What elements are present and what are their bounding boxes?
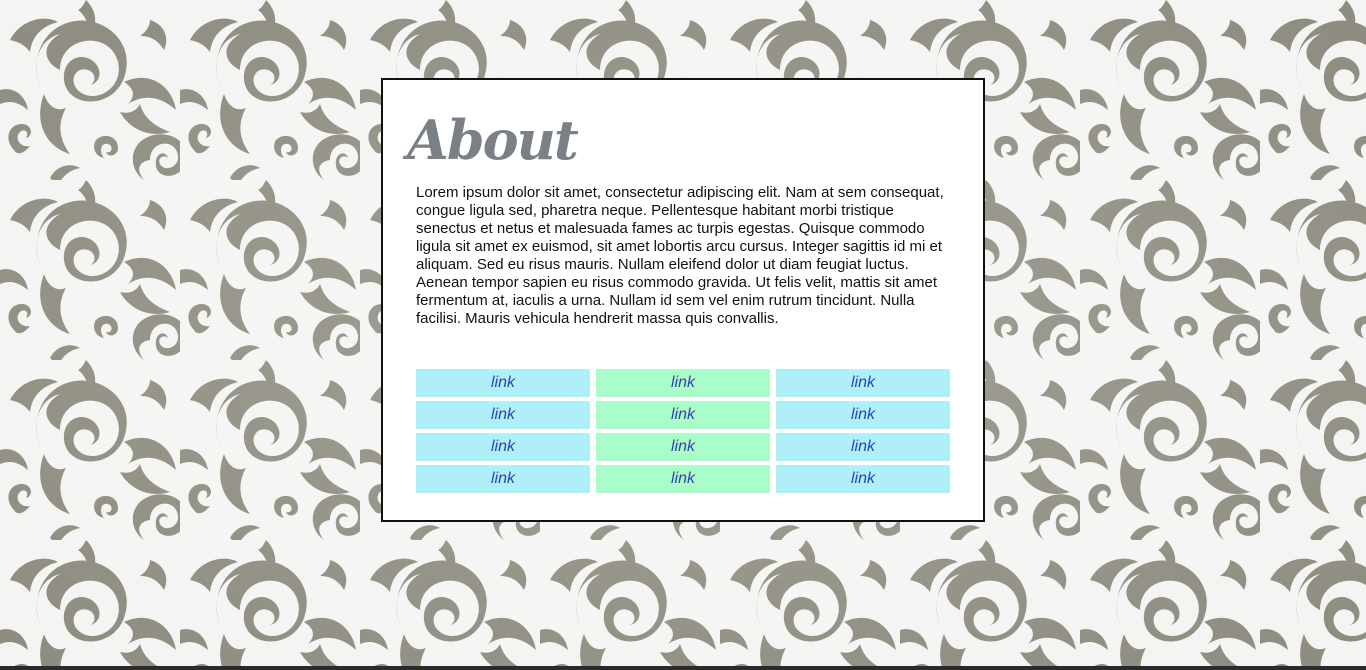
- link-r1-c3[interactable]: link: [776, 369, 950, 397]
- link-r2-c2[interactable]: link: [596, 401, 770, 429]
- link-r4-c3[interactable]: link: [776, 465, 950, 493]
- link-r2-c3[interactable]: link: [776, 401, 950, 429]
- page-bottom-edge: [0, 666, 1366, 670]
- link-r1-c1[interactable]: link: [416, 369, 590, 397]
- about-title: About: [407, 108, 579, 172]
- about-paragraph: Lorem ipsum dolor sit amet, consectetur …: [416, 184, 944, 327]
- link-r4-c1[interactable]: link: [416, 465, 590, 493]
- link-r4-c2[interactable]: link: [596, 465, 770, 493]
- links-grid: link link link link link link link link …: [416, 369, 950, 493]
- link-r2-c1[interactable]: link: [416, 401, 590, 429]
- link-r1-c2[interactable]: link: [596, 369, 770, 397]
- link-r3-c2[interactable]: link: [596, 433, 770, 461]
- link-r3-c3[interactable]: link: [776, 433, 950, 461]
- about-panel: About Lorem ipsum dolor sit amet, consec…: [381, 78, 985, 522]
- link-r3-c1[interactable]: link: [416, 433, 590, 461]
